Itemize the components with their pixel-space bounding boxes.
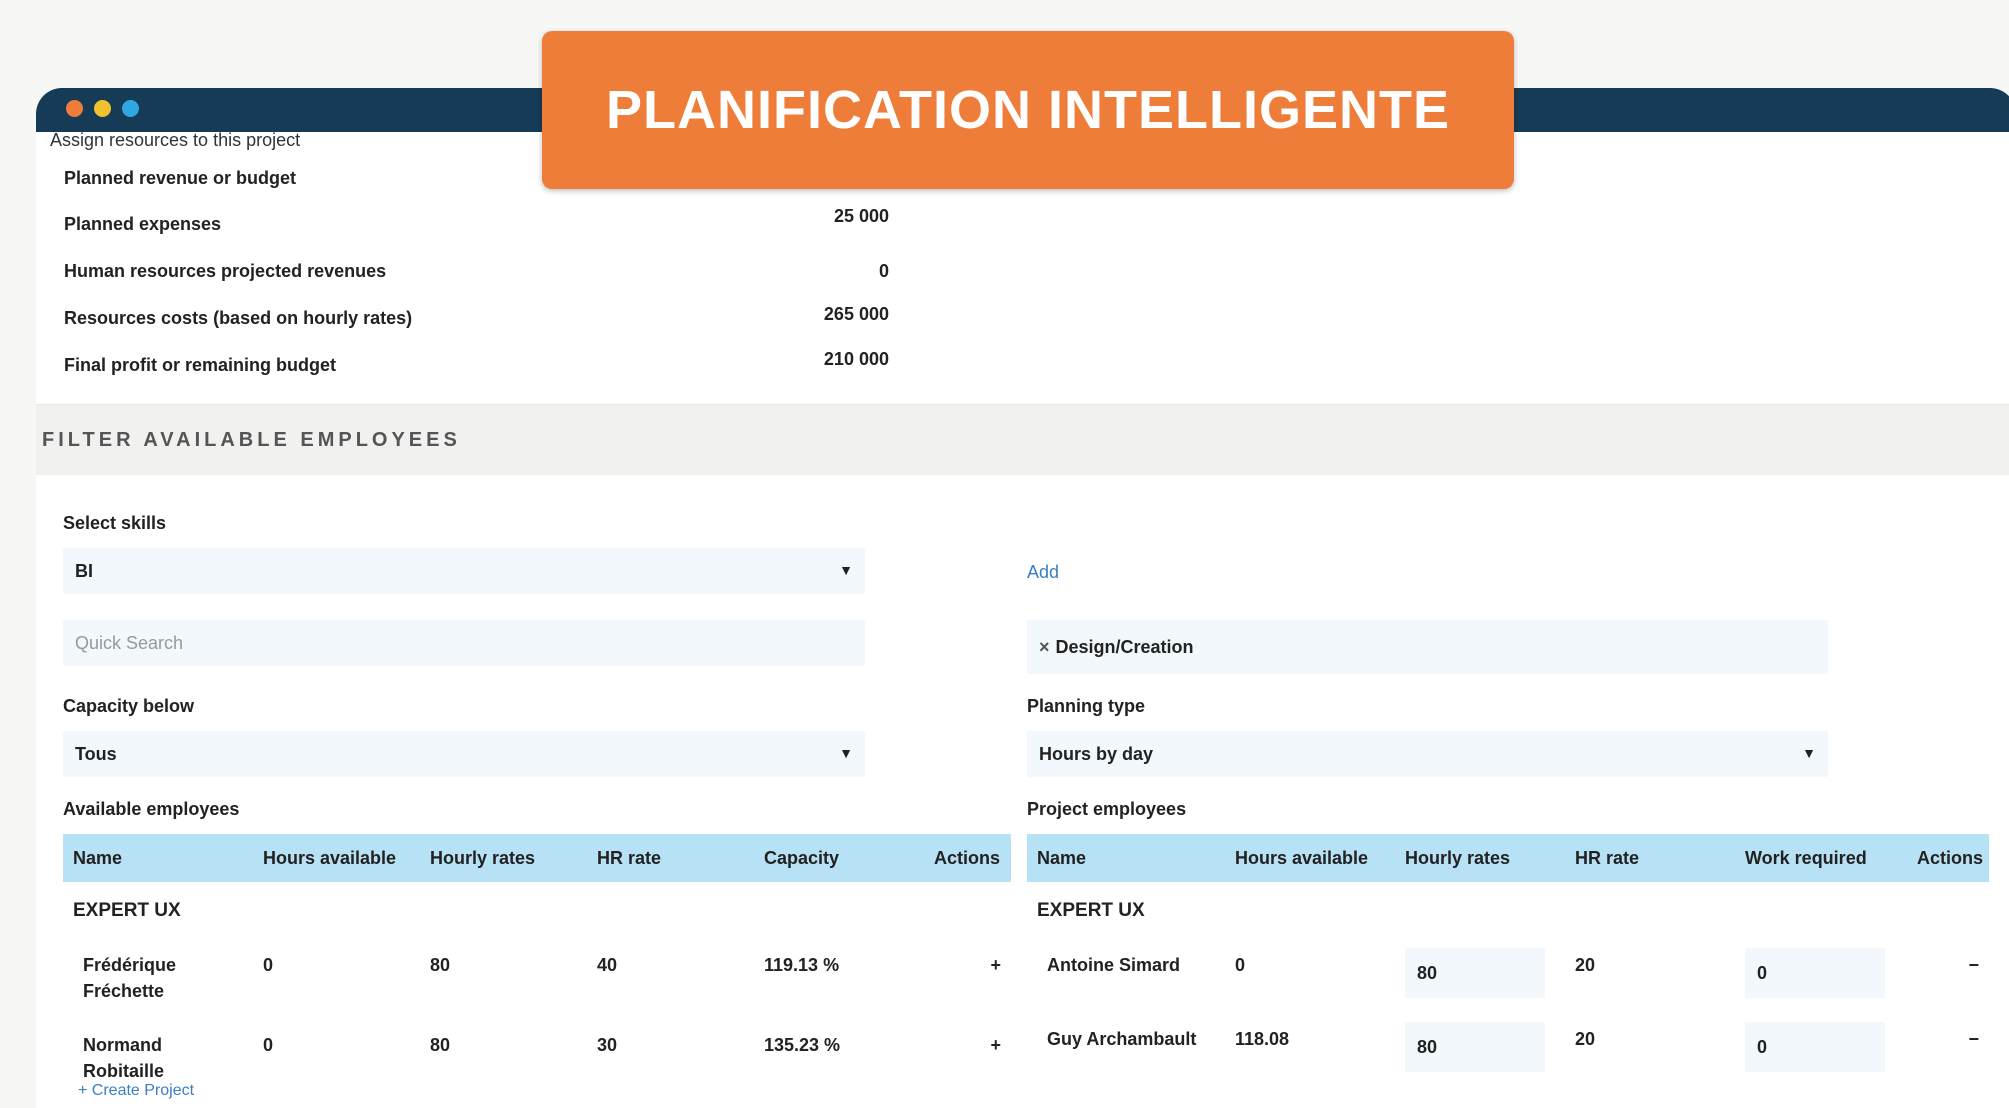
planning-type-label: Planning type [1027,696,1146,716]
hourly-rate-input[interactable]: 80 [1405,948,1545,998]
capacity: 119.13 % [764,955,840,975]
capacity-select[interactable]: Tous ▼ [63,731,865,777]
table-row: Antoine Simard 0 80 20 0 − [1027,938,1989,1012]
table-header-row: Name Hours available Hourly rates HR rat… [1027,834,1989,882]
skills-select-value: BI [75,560,93,581]
capacity-below-label: Capacity below [63,696,195,716]
work-required-input[interactable]: 0 [1745,1022,1885,1072]
column-header-name[interactable]: Name [1027,834,1225,882]
skill-tag[interactable]: × Design/Creation [1039,637,1194,658]
hours-available: 0 [263,1035,274,1055]
budget-heading: Assign resources to this project [50,130,301,150]
minimize-window-dot[interactable] [94,100,111,117]
capacity: 135.23 % [764,1035,841,1055]
chevron-down-icon: ▼ [839,562,853,578]
chevron-down-icon: ▼ [839,745,853,761]
column-header-hourly-rates[interactable]: Hourly rates [1395,834,1565,882]
table-row: Frédérique Fréchette 0 80 40 119.13 % + [63,938,1011,1018]
app-window: Assign resources to this project Planned… [36,88,2009,1108]
hr-rate: 20 [1575,1029,1596,1049]
hr-rate: 20 [1575,955,1596,975]
planning-type-select[interactable]: Hours by day ▼ [1027,731,1828,777]
available-employees-title: Available employees [63,799,240,819]
chevron-down-icon: ▼ [1802,745,1816,761]
group-row: EXPERT UX [63,882,1011,938]
column-header-actions: Actions [1907,834,1989,882]
hours-available: 118.08 [1235,1029,1290,1049]
create-project-link[interactable]: + Create Project [78,1082,194,1100]
hours-available: 0 [1235,955,1246,975]
quick-search-input[interactable]: Quick Search [63,620,865,666]
banner-title: PLANIFICATION INTELLIGENTE [542,31,1514,189]
work-required-input[interactable]: 0 [1745,948,1885,998]
hours-available: 0 [263,955,274,975]
column-header-hours-available[interactable]: Hours available [1225,834,1395,882]
project-employees-table: Name Hours available Hourly rates HR rat… [1027,834,1989,1086]
budget-label-final-profit: Final profit or remaining budget [64,355,336,375]
budget-value-resource-costs: 265 000 [823,304,889,324]
maximize-window-dot[interactable] [122,100,139,117]
employee-name: Guy Archambault [1047,1029,1197,1049]
table-header-row: Name Hours available Hourly rates HR rat… [63,834,1011,882]
table-row: Guy Archambault 118.08 80 20 0 − [1027,1012,1989,1086]
column-header-actions: Actions [924,834,1011,882]
column-header-hr-rate[interactable]: HR rate [1565,834,1735,882]
remove-employee-minus-icon[interactable]: − [1907,938,1989,1012]
select-skills-label: Select skills [63,513,167,533]
budget-value-hr-revenues: 0 [878,261,889,281]
table-row: Normand Robitaille 0 80 30 135.23 % + [63,1018,1011,1098]
budget-value-expenses: 25 000 [833,206,889,226]
remove-employee-minus-icon[interactable]: − [1907,1012,1989,1086]
add-employee-plus-icon[interactable]: + [924,1018,1011,1098]
column-header-capacity[interactable]: Capacity [754,834,924,882]
filter-section-header: FILTER AVAILABLE EMPLOYEES [36,404,2009,475]
project-employees-title: Project employees [1027,799,1187,819]
group-label: EXPERT UX [1037,900,1145,921]
hourly-rate-input[interactable]: 80 [1405,1022,1545,1072]
group-label: EXPERT UX [73,900,181,921]
budget-value-final-profit: 210 000 [823,349,889,369]
budget-label-resource-costs: Resources costs (based on hourly rates) [64,308,413,328]
column-header-hours-available[interactable]: Hours available [253,834,420,882]
skills-select[interactable]: BI ▼ [63,548,865,594]
capacity-select-value: Tous [75,743,117,764]
add-employee-plus-icon[interactable]: + [924,938,1011,1018]
column-header-hourly-rates[interactable]: Hourly rates [420,834,587,882]
budget-label-expenses: Planned expenses [64,214,222,234]
filter-title: FILTER AVAILABLE EMPLOYEES [42,429,461,451]
group-row: EXPERT UX [1027,882,1989,938]
close-icon[interactable]: × [1039,637,1050,657]
hr-rate: 30 [597,1035,618,1055]
employee-name: Antoine Simard [1047,955,1181,975]
available-employees-table: Name Hours available Hourly rates HR rat… [63,834,1011,1098]
column-header-work-required[interactable]: Work required [1735,834,1907,882]
add-skill-link[interactable]: Add [1027,562,1059,583]
column-header-name[interactable]: Name [63,834,253,882]
budget-label-revenue: Planned revenue or budget [64,168,297,188]
column-header-hr-rate[interactable]: HR rate [587,834,754,882]
hourly-rate: 80 [430,1035,451,1055]
hr-rate: 40 [597,955,618,975]
skill-tag-label: Design/Creation [1055,636,1194,657]
hourly-rate: 80 [430,955,451,975]
close-window-dot[interactable] [66,100,83,117]
employee-name: Frédérique Fréchette [83,955,177,1001]
budget-label-hr-revenues: Human resources projected revenues [64,261,387,281]
selected-skills-field[interactable]: × Design/Creation [1027,620,1828,674]
planning-type-value: Hours by day [1039,743,1154,764]
